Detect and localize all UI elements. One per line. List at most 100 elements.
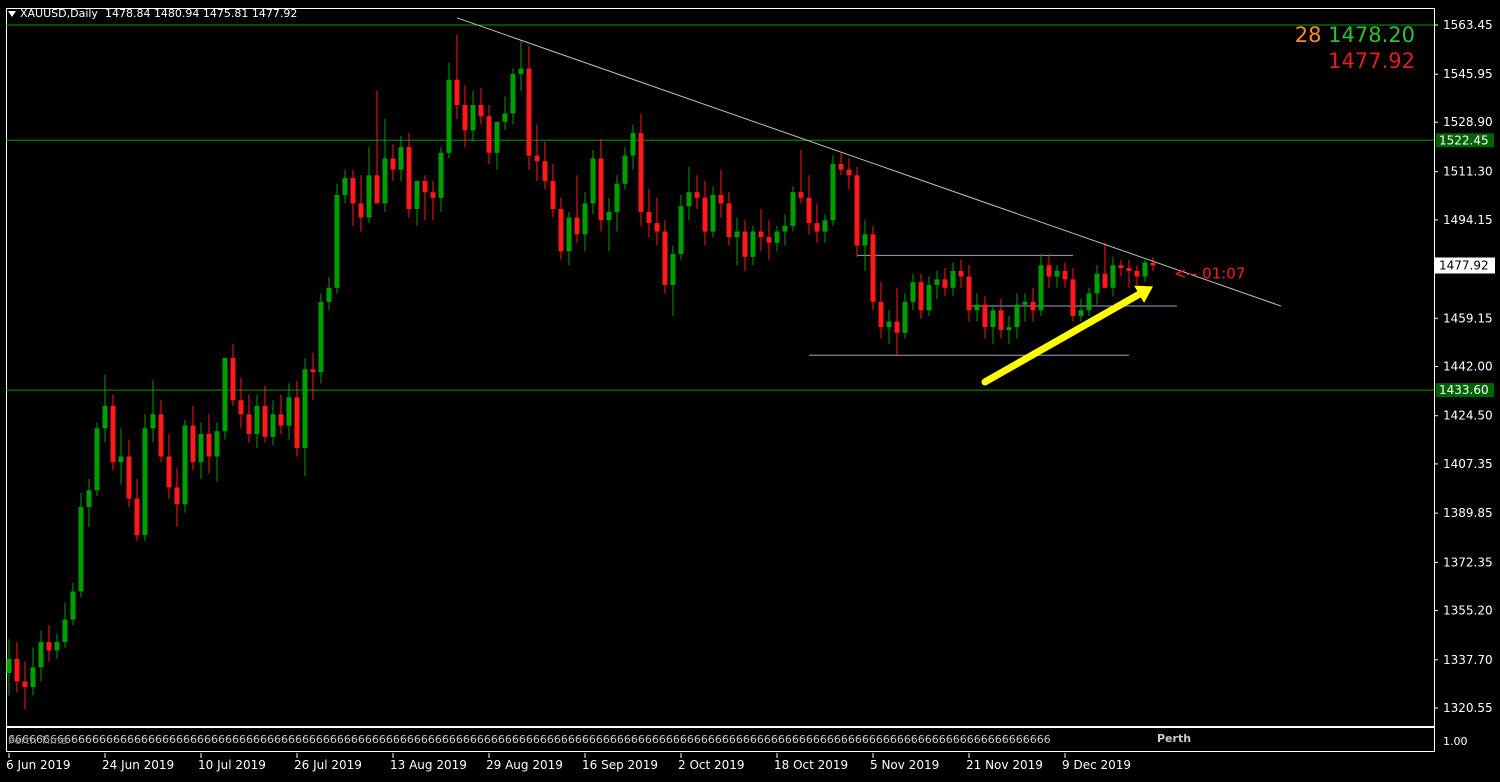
time-tick-label: 9 Dec 2019 (1062, 758, 1131, 772)
candle-body (158, 414, 164, 457)
candle-body (358, 203, 364, 218)
candle-body (606, 211, 612, 221)
candle-body (302, 369, 308, 449)
candle-body (222, 358, 228, 432)
time-tick-label: 13 Aug 2019 (390, 758, 467, 772)
candle-body (526, 68, 532, 156)
price-tick-label: 1442.00 (1443, 360, 1493, 374)
candle-body (1062, 270, 1068, 280)
candle-body (294, 397, 300, 449)
chart-header[interactable]: XAUUSD,Daily 1478.84 1480.94 1475.81 147… (8, 7, 297, 20)
candle-body (462, 104, 468, 131)
candle-body (246, 414, 252, 434)
candle-body (230, 358, 236, 401)
time-tick-label: 21 Nov 2019 (966, 758, 1043, 772)
candle-body (582, 203, 588, 235)
symbol-title: XAUUSD,Daily (20, 7, 98, 20)
candle-body (374, 175, 380, 204)
candles (6, 34, 1156, 710)
candle-body (774, 231, 780, 243)
candle-body (830, 164, 836, 221)
candle-body (942, 279, 948, 288)
candle-body (510, 74, 516, 114)
candle-body (574, 217, 580, 235)
price-tick-label: 1355.20 (1443, 604, 1493, 618)
candle-body (1142, 262, 1148, 277)
candle-body (206, 433, 212, 457)
candle-body (1150, 262, 1156, 266)
candle-body (430, 192, 436, 198)
candle-body (46, 642, 52, 651)
horizontal-lines (6, 24, 1434, 391)
candle-body (814, 223, 820, 232)
price-tick-label: 1545.95 (1443, 67, 1493, 81)
price-tick-label: 1389.85 (1443, 506, 1493, 520)
indicator-name: Perth (1157, 732, 1192, 745)
candle-body (838, 164, 844, 170)
line-price-label: 1433.60 (1439, 383, 1489, 397)
candle-body (310, 369, 316, 373)
candle-body (54, 642, 60, 651)
bid-price: 1478.20 (1328, 23, 1415, 47)
candle-body (470, 104, 476, 131)
candle-body (694, 192, 700, 198)
price-tick-label: 1424.50 (1443, 409, 1493, 423)
current-price-label: 1477.92 (1439, 258, 1489, 272)
candle-body (662, 231, 668, 285)
plot-border (6, 8, 1435, 728)
candle-body (1126, 268, 1132, 271)
candle-body (278, 414, 284, 426)
candle-body (798, 192, 804, 198)
candle-body (934, 279, 940, 285)
chart-frame (6, 8, 1435, 752)
ask-price: 1477.92 (1328, 49, 1415, 73)
candle-body (638, 133, 644, 212)
price-tick-label: 1494.15 (1443, 213, 1493, 227)
candle-body (214, 431, 220, 457)
candle-body (254, 405, 260, 434)
time-axis[interactable]: 6 Jun 2019 24 Jun 2019 10 Jul 2019 26 Jul 2… (6, 753, 1131, 772)
candle-body (734, 231, 740, 238)
time-tick-label: 5 Nov 2019 (870, 758, 939, 772)
candle-body (166, 456, 172, 488)
candle-body (502, 113, 508, 122)
candle-body (622, 155, 628, 184)
candle-body (142, 428, 148, 536)
price-tick-label: 1407.35 (1443, 457, 1493, 471)
price-tick-label: 1528.90 (1443, 115, 1493, 129)
candle-body (1046, 265, 1052, 277)
candle-body (262, 405, 268, 437)
dropdown-icon[interactable] (8, 11, 16, 17)
candle-body (1134, 270, 1140, 277)
time-tick-label: 2 Oct 2019 (678, 758, 745, 772)
price-tick-label: 1563.45 (1443, 18, 1493, 32)
indicator-scale-label: 1.00 (1443, 735, 1468, 748)
candle-body (454, 79, 460, 105)
line-price-label: 1522.45 (1439, 133, 1489, 147)
candle-body (598, 158, 604, 221)
candle-body (334, 194, 340, 288)
candle-body (1086, 293, 1092, 311)
candle-body (478, 104, 484, 117)
candle-body (926, 284, 932, 311)
candle-body (998, 310, 1004, 330)
indicator-overlap-label: Perth Time (8, 734, 68, 746)
candle-body (654, 223, 660, 232)
candle-body (566, 217, 572, 252)
candle-body (558, 209, 564, 252)
candle-body (1006, 327, 1012, 330)
candle-body (1102, 273, 1108, 288)
candle-body (286, 397, 292, 426)
time-tick-label: 24 Jun 2019 (102, 758, 174, 772)
time-tick-label: 10 Jul 2019 (198, 758, 266, 772)
candle-body (686, 192, 692, 207)
candle-body (446, 79, 452, 153)
candle-body (950, 270, 956, 288)
time-tick-label: 29 Aug 2019 (486, 758, 563, 772)
candle-body (678, 206, 684, 255)
candle-body (870, 234, 876, 302)
price-chart[interactable]: <-- 01:07 1563.45 1545.95 1528.90 1511.30 14… (0, 0, 1500, 782)
candle-body (118, 456, 124, 463)
candle-body (1030, 301, 1036, 311)
candle-body (758, 231, 764, 238)
